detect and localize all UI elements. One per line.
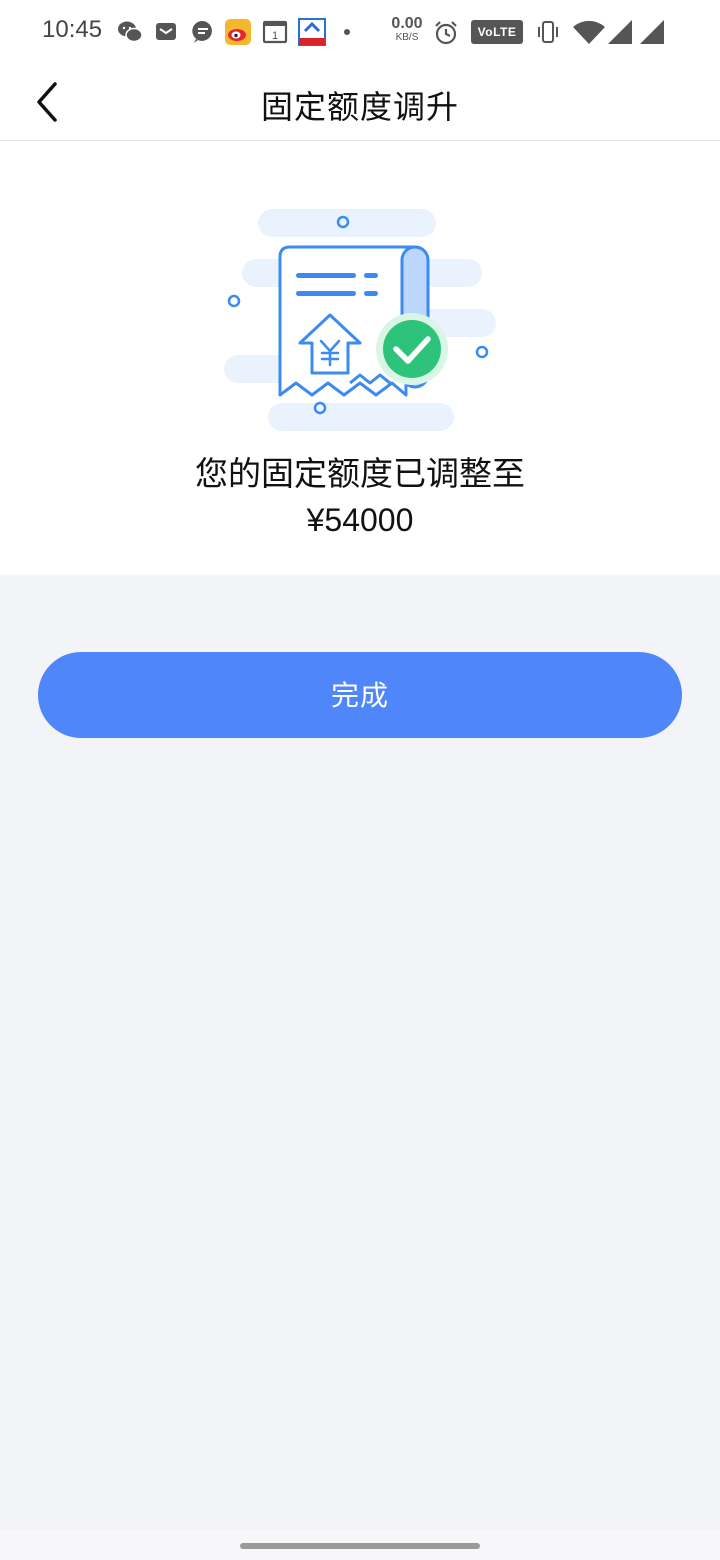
- wifi-icon: [573, 20, 605, 44]
- calendar-icon: 1: [262, 20, 288, 44]
- status-bar: 10:45 1 0.00 KB/S VoLTE: [0, 0, 720, 64]
- done-button[interactable]: 完成: [38, 652, 682, 738]
- volte-badge: VoLTE: [471, 20, 523, 44]
- calendar-day: 1: [272, 30, 278, 42]
- result-message: 您的固定额度已调整至 ¥54000: [0, 451, 720, 543]
- signal-icon: [608, 20, 632, 44]
- net-speed: 0.00 KB/S: [390, 16, 424, 43]
- result-card: 您的固定额度已调整至 ¥54000: [0, 141, 720, 575]
- alarm-icon: [435, 21, 457, 45]
- dot-icon: [344, 29, 350, 35]
- signal-icon-2: [640, 20, 664, 44]
- result-message-text: 您的固定额度已调整至: [195, 454, 525, 493]
- status-time: 10:45: [42, 16, 103, 43]
- page-title: 固定额度调升: [260, 88, 459, 126]
- app-icon: [298, 18, 326, 46]
- net-speed-value: 0.00: [391, 15, 423, 32]
- net-speed-unit: KB/S: [395, 32, 419, 43]
- message-icon: [192, 20, 212, 43]
- receipt-success-icon: [224, 209, 496, 431]
- navigation-header: 固定额度调升: [0, 64, 720, 141]
- mail-icon: [156, 23, 176, 40]
- home-indicator[interactable]: [240, 1543, 480, 1549]
- weibo-icon: [225, 19, 251, 45]
- wechat-icon: [118, 21, 143, 43]
- limit-amount: ¥54000: [306, 502, 414, 538]
- vibrate-icon: [538, 21, 558, 43]
